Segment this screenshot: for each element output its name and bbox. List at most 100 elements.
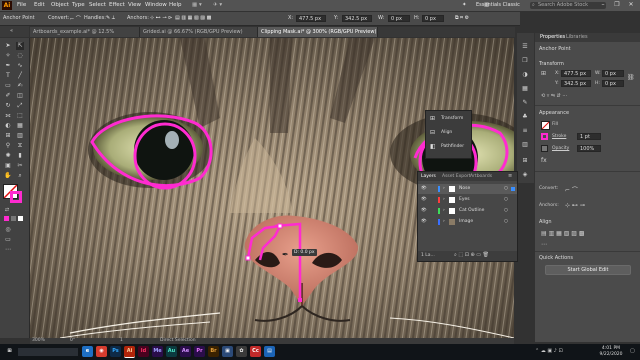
clock-time[interactable]: 4:01 PM	[596, 346, 626, 351]
tab-layers[interactable]: Layers	[421, 174, 436, 179]
eraser-tool-icon[interactable]: ◫	[16, 92, 24, 100]
x-field[interactable]: 477.5 px	[296, 15, 326, 22]
handles-icons[interactable]: ✎ ⟂	[106, 15, 115, 21]
flyout-item-pathfinder[interactable]: Pathfinder	[441, 144, 464, 149]
shape-builder-tool-icon[interactable]: ◐	[4, 122, 12, 130]
search-stock-field[interactable]: Search Adobe Stock	[530, 2, 606, 9]
align-buttons[interactable]: ▤ ▥ ▦ ▧ ▨ ▩	[541, 230, 585, 237]
curvature-tool-icon[interactable]: ∿	[16, 62, 24, 70]
target-icon[interactable]: ○	[504, 195, 508, 205]
creative-cloud-icon[interactable]: Cc	[250, 346, 261, 357]
app-icon-12[interactable]: ✿	[236, 346, 247, 357]
graph-tool-icon[interactable]: ▮	[16, 152, 24, 160]
tab-grided[interactable]: Grided.ai @ 66.67% (RGB/GPU Preview)	[140, 27, 258, 37]
workspace-label[interactable]: Essentials Classic	[476, 2, 520, 8]
flyout-item-align[interactable]: Align	[441, 130, 452, 135]
stroke-label[interactable]: Stroke	[552, 134, 566, 139]
layers-footer-icons[interactable]: ⌕ ⬚ ⊡ ⊕ ▭ 🗑	[454, 252, 489, 258]
layer-name[interactable]: Eyes	[459, 195, 470, 205]
slice-tool-icon[interactable]: ✂	[16, 162, 24, 170]
maximize-button[interactable]: ❐	[610, 1, 624, 8]
isolate-icon[interactable]: ⧉ ⌗ ⚙	[455, 15, 469, 21]
visibility-eye-icon[interactable]: 👁	[421, 184, 427, 194]
anchors-icons[interactable]: ⊹ ⊷ ⊸ ⊳	[150, 15, 172, 21]
stroke-weight-field[interactable]: 1 pt	[577, 133, 601, 140]
color-panel-icon[interactable]: ◑	[521, 71, 529, 79]
visibility-eye-icon[interactable]: 👁	[421, 217, 427, 227]
libraries-panel-icon[interactable]: ❒	[521, 57, 529, 65]
indesign-icon[interactable]: Id	[138, 346, 149, 357]
anchors-icons[interactable]: ⊹ ⊷ ⊸	[565, 202, 585, 209]
zoom-tool-icon[interactable]: ⌕	[16, 172, 24, 180]
free-transform-tool-icon[interactable]: ⬚	[16, 112, 24, 120]
scale-tool-icon[interactable]: ⤢	[16, 102, 24, 110]
fx-icon[interactable]: fx	[541, 157, 547, 164]
draw-mode-icon[interactable]: ◎	[4, 226, 12, 234]
swatches-panel-icon[interactable]: ▦	[521, 85, 529, 93]
menu-window[interactable]: Window	[145, 2, 167, 8]
type-tool-icon[interactable]: T	[4, 72, 12, 80]
h-field[interactable]: 0 px	[422, 15, 444, 22]
fill-swatch-small[interactable]	[541, 121, 550, 130]
pathfinder-icon[interactable]: ◧	[430, 143, 436, 150]
chrome-icon[interactable]: ◉	[96, 346, 107, 357]
rectangle-tool-icon[interactable]: ▭	[4, 82, 12, 90]
layer-name[interactable]: Image	[459, 217, 473, 227]
mesh-tool-icon[interactable]: ⊞	[4, 132, 12, 140]
brushes-panel-icon[interactable]: ✎	[521, 99, 529, 107]
direct-selection-tool-icon[interactable]: ⇱	[16, 42, 24, 50]
distribute-buttons[interactable]: ⋯	[541, 241, 547, 248]
screen-mode-icon[interactable]: ▭	[4, 236, 12, 244]
tab-libraries[interactable]: Libraries	[563, 33, 591, 42]
transform-panel-icon[interactable]: ⊞	[521, 157, 529, 165]
magic-wand-tool-icon[interactable]: ✧	[4, 52, 12, 60]
stroke-swatch[interactable]	[10, 191, 22, 203]
selection-tool-icon[interactable]: ➤	[4, 42, 12, 50]
file-explorer-icon[interactable]: ▤	[264, 346, 275, 357]
opacity-label[interactable]: Opacity	[552, 146, 569, 151]
close-button[interactable]: ✕	[624, 1, 638, 8]
visibility-eye-icon[interactable]: 👁	[421, 195, 427, 205]
none-mode-icon[interactable]	[18, 216, 23, 221]
after-effects-icon[interactable]: Ae	[180, 346, 191, 357]
tab-artboards-example[interactable]: Artboards_example.ai* @ 12.5% (RGB/GPU T…	[30, 27, 140, 45]
w-field[interactable]: 0 px	[388, 15, 410, 22]
blend-tool-icon[interactable]: ⧖	[16, 142, 24, 150]
gpu-performance-icon[interactable]: ✈ ▾	[213, 2, 222, 8]
start-icon[interactable]: ⊞	[4, 346, 15, 357]
menu-view[interactable]: View	[128, 2, 141, 8]
visibility-eye-icon[interactable]: 👁	[421, 206, 427, 216]
transform-w-field[interactable]: 0 px	[602, 70, 624, 77]
start-global-edit-button[interactable]: Start Global Edit	[545, 265, 631, 275]
menu-effect[interactable]: Effect	[109, 2, 125, 8]
shaper-tool-icon[interactable]: ✐	[4, 92, 12, 100]
convert-icons[interactable]: ⌐ ⌒	[565, 185, 578, 194]
layer-name[interactable]: Nose	[459, 184, 470, 194]
layer-row[interactable]: 👁 › Cat Outline ○	[418, 206, 517, 216]
menu-type[interactable]: Type	[72, 2, 85, 8]
reference-point-icon[interactable]: ⊞	[541, 70, 551, 80]
y-field[interactable]: 342.5 px	[342, 15, 372, 22]
layer-row[interactable]: 👁 › Eyes ○	[418, 195, 517, 205]
transform-icon[interactable]: ⊞	[430, 115, 435, 122]
align-icon[interactable]: ⊟	[430, 129, 435, 136]
audition-icon[interactable]: Au	[166, 346, 177, 357]
menu-select[interactable]: Select	[89, 2, 106, 8]
convert-corner-icon[interactable]: ⌐ ⌒	[70, 15, 81, 22]
link-proportions-icon[interactable]: ⛓	[627, 74, 635, 81]
expand-arrow-icon[interactable]: ›	[443, 206, 445, 216]
photoshop-icon[interactable]: Ps	[110, 346, 121, 357]
line-tool-icon[interactable]: ╱	[16, 72, 24, 80]
artboard-tool-icon[interactable]: ▣	[4, 162, 12, 170]
width-tool-icon[interactable]: ⟗	[4, 112, 12, 120]
color-mode-icon[interactable]	[4, 216, 9, 221]
transform-h-field[interactable]: 0 px	[602, 80, 624, 87]
hand-tool-icon[interactable]: ✋	[4, 172, 12, 180]
tray-icons[interactable]: ⌃ ☁ ▣ ♪ ⊡	[535, 348, 563, 354]
gradient-panel-icon[interactable]: ▥	[521, 141, 529, 149]
menu-file[interactable]: File	[17, 2, 26, 8]
gradient-tool-icon[interactable]: ▥	[16, 132, 24, 140]
target-icon[interactable]: ○	[504, 206, 508, 216]
stroke-panel-icon[interactable]: ≡	[521, 127, 529, 135]
symbols-panel-icon[interactable]: ♣	[521, 113, 529, 121]
